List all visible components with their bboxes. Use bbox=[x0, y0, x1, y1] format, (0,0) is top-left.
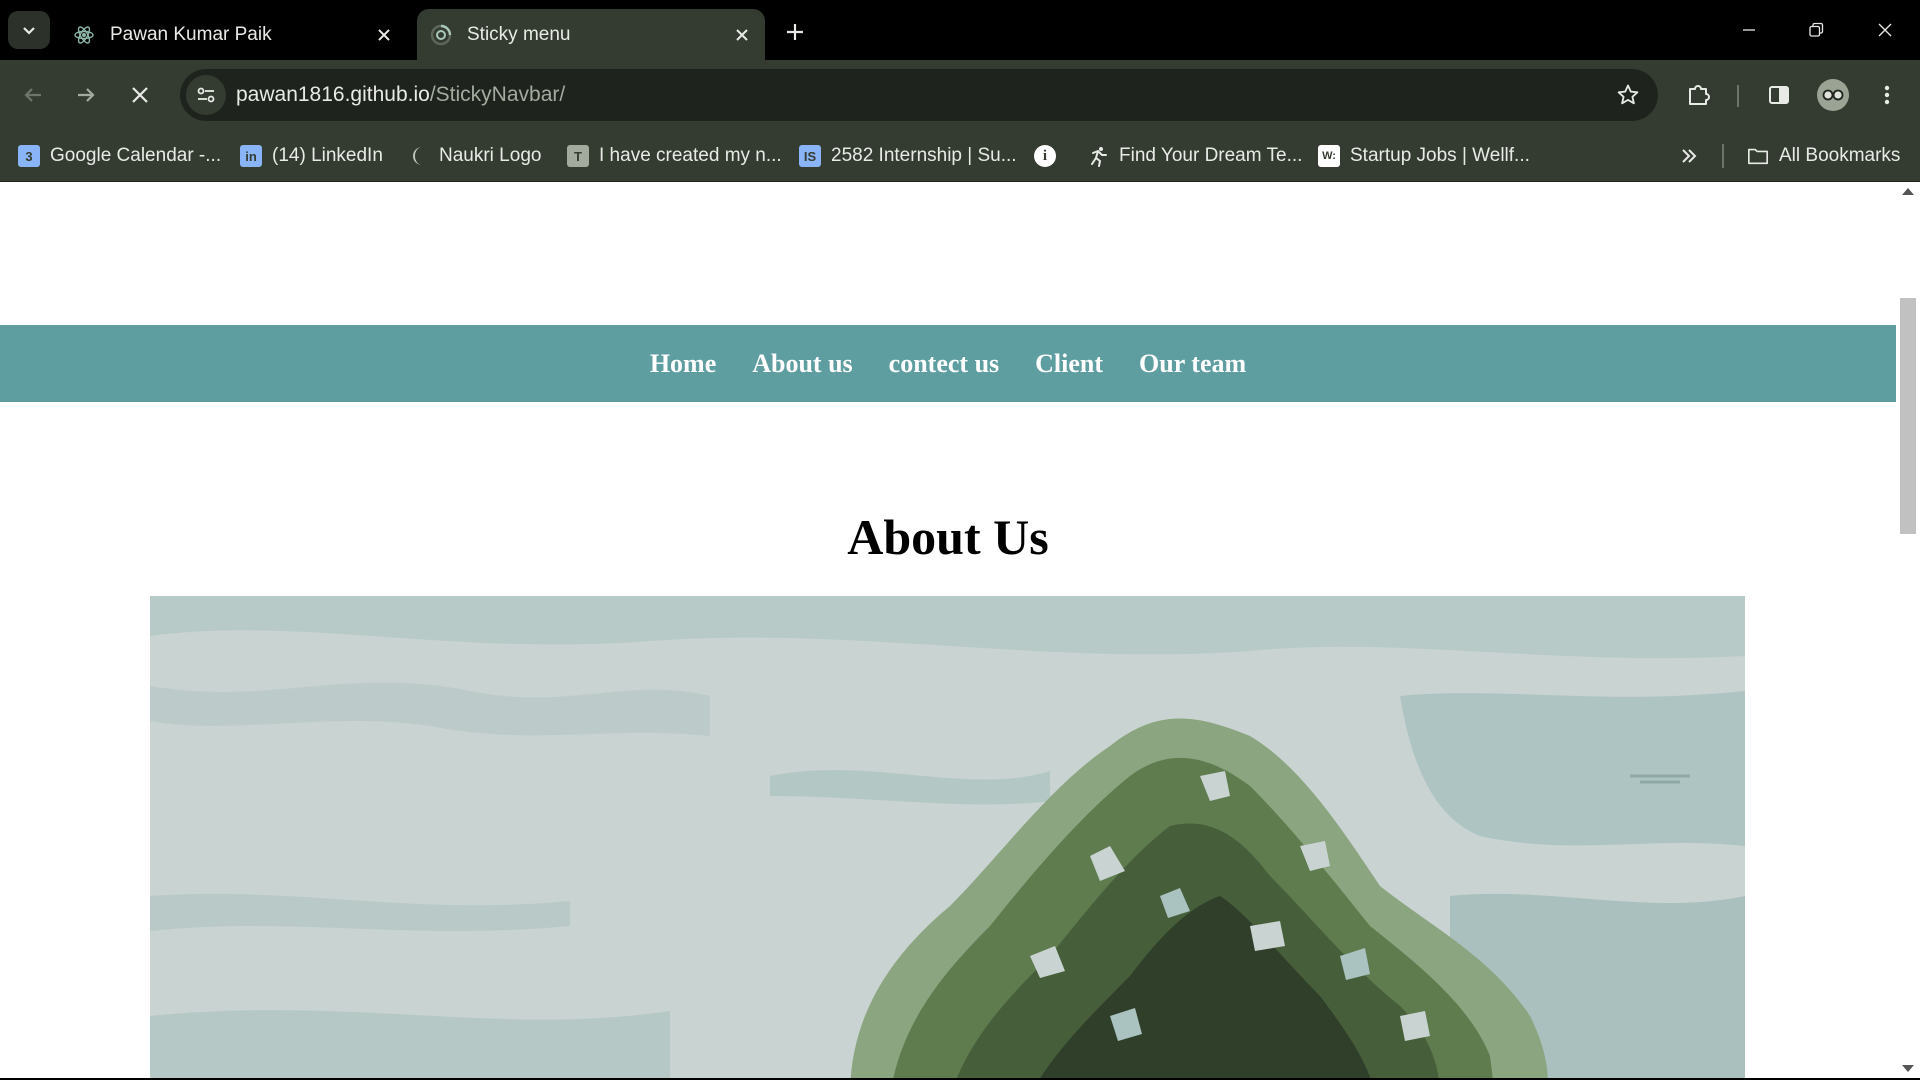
scrollbar-thumb[interactable] bbox=[1900, 298, 1916, 534]
bookmark-linkedin[interactable]: in (14) LinkedIn bbox=[240, 142, 383, 170]
nav-link-our-team[interactable]: Our team bbox=[1139, 349, 1246, 379]
close-icon bbox=[1878, 23, 1892, 37]
restore-icon bbox=[1809, 22, 1824, 37]
close-tab-icon[interactable] bbox=[727, 20, 757, 50]
close-window-button[interactable] bbox=[1862, 10, 1908, 50]
minimize-button[interactable] bbox=[1726, 10, 1772, 50]
tab-strip: Pawan Kumar Paik Sticky menu bbox=[0, 0, 1920, 60]
chevron-down-icon bbox=[23, 27, 35, 35]
tree-image bbox=[150, 596, 1745, 1078]
close-tab-icon[interactable] bbox=[369, 20, 399, 50]
tab-search-button[interactable] bbox=[8, 11, 50, 49]
tab-pawan-kumar-paik[interactable]: Pawan Kumar Paik bbox=[62, 9, 407, 60]
linkedin-icon: in bbox=[240, 145, 262, 167]
nav-link-contect-us[interactable]: contect us bbox=[889, 349, 999, 379]
scroll-down-arrow-icon[interactable] bbox=[1902, 1065, 1914, 1072]
tab-title: Sticky menu bbox=[467, 23, 571, 45]
stop-loading-button[interactable] bbox=[122, 77, 158, 113]
bookmarks-divider bbox=[1722, 144, 1724, 168]
bookmark-naukri[interactable]: Naukri Logo bbox=[407, 142, 541, 170]
more-vert-icon bbox=[1884, 85, 1890, 105]
loading-spinner-icon bbox=[429, 23, 453, 47]
moon-icon bbox=[407, 145, 429, 167]
minimize-icon bbox=[1743, 29, 1755, 31]
bookmark-star-icon[interactable] bbox=[1612, 79, 1644, 111]
bookmark-find-dream[interactable]: Find Your Dream Te... bbox=[1087, 142, 1302, 170]
bookmark-label: (14) LinkedIn bbox=[272, 145, 383, 166]
bookmark-label: Naukri Logo bbox=[439, 145, 542, 166]
restore-button[interactable] bbox=[1793, 10, 1839, 50]
nav-link-client[interactable]: Client bbox=[1035, 349, 1103, 379]
extensions-button[interactable] bbox=[1681, 77, 1717, 113]
bookmark-info[interactable]: i bbox=[1034, 142, 1066, 170]
all-bookmarks-button[interactable]: All Bookmarks bbox=[1747, 142, 1900, 170]
bookmark-label: I have created my n... bbox=[599, 145, 782, 166]
close-icon bbox=[132, 87, 148, 103]
calendar-icon: 3 bbox=[18, 145, 40, 167]
tab-sticky-menu[interactable]: Sticky menu bbox=[417, 9, 765, 60]
is-icon: IS bbox=[799, 145, 821, 167]
page-heading: About Us bbox=[847, 509, 1049, 565]
profile-avatar[interactable] bbox=[1817, 79, 1849, 111]
bookmark-created-my[interactable]: T I have created my n... bbox=[567, 142, 782, 170]
browser-toolbar: pawan1816.github.io/StickyNavbar/ bbox=[0, 60, 1920, 130]
tab-title: Pawan Kumar Paik bbox=[110, 23, 272, 45]
arrow-right-icon bbox=[78, 88, 95, 102]
url-path: /StickyNavbar/ bbox=[429, 83, 566, 106]
folder-icon bbox=[1747, 145, 1769, 167]
new-tab-button[interactable] bbox=[778, 15, 812, 49]
bookmark-startup-jobs[interactable]: W: Startup Jobs | Wellf... bbox=[1318, 142, 1530, 170]
arrow-left-icon bbox=[24, 88, 41, 102]
menu-button[interactable] bbox=[1869, 77, 1905, 113]
url-text: pawan1816.github.io/StickyNavbar/ bbox=[236, 83, 565, 107]
side-panel-icon bbox=[1769, 86, 1789, 104]
forward-button[interactable] bbox=[68, 77, 104, 113]
nav-link-about-us[interactable]: About us bbox=[752, 349, 852, 379]
bookmark-internship[interactable]: IS 2582 Internship | Su... bbox=[799, 142, 1017, 170]
page-scrollbar[interactable] bbox=[1896, 182, 1920, 1078]
react-atom-icon bbox=[72, 23, 96, 47]
bookmarks-overflow-button[interactable] bbox=[1674, 142, 1704, 170]
bookmark-google-calendar[interactable]: 3 Google Calendar -... bbox=[18, 142, 221, 170]
scroll-up-arrow-icon[interactable] bbox=[1902, 188, 1914, 195]
glasses-avatar-icon bbox=[1822, 89, 1844, 101]
url-host: pawan1816.github.io bbox=[236, 83, 430, 106]
back-button[interactable] bbox=[15, 77, 51, 113]
nav-link-home[interactable]: Home bbox=[650, 349, 716, 379]
toolbar-divider bbox=[1737, 85, 1739, 107]
bookmark-label: Google Calendar -... bbox=[50, 145, 222, 166]
bookmark-label: 2582 Internship | Su... bbox=[831, 145, 1017, 166]
address-bar[interactable]: pawan1816.github.io/StickyNavbar/ bbox=[180, 69, 1658, 121]
page-viewport: Home About us contect us Client Our team… bbox=[0, 182, 1920, 1078]
wellfound-icon: W: bbox=[1318, 145, 1340, 167]
puzzle-icon bbox=[1689, 85, 1710, 105]
bookmark-label: All Bookmarks bbox=[1779, 145, 1901, 166]
info-icon: i bbox=[1034, 145, 1056, 167]
bookmark-label: Startup Jobs | Wellf... bbox=[1350, 145, 1530, 166]
bookmarks-bar: 3 Google Calendar -... in (14) LinkedIn … bbox=[0, 130, 1920, 182]
tg-icon: T bbox=[567, 145, 589, 167]
side-panel-button[interactable] bbox=[1761, 77, 1797, 113]
plus-icon bbox=[787, 24, 803, 40]
double-chevron-right-icon bbox=[1682, 149, 1697, 163]
sticky-navbar: Home About us contect us Client Our team bbox=[0, 325, 1896, 402]
site-info-icon[interactable] bbox=[186, 75, 226, 115]
bookmark-label: Find Your Dream Te... bbox=[1119, 145, 1303, 166]
runner-icon bbox=[1087, 145, 1109, 167]
